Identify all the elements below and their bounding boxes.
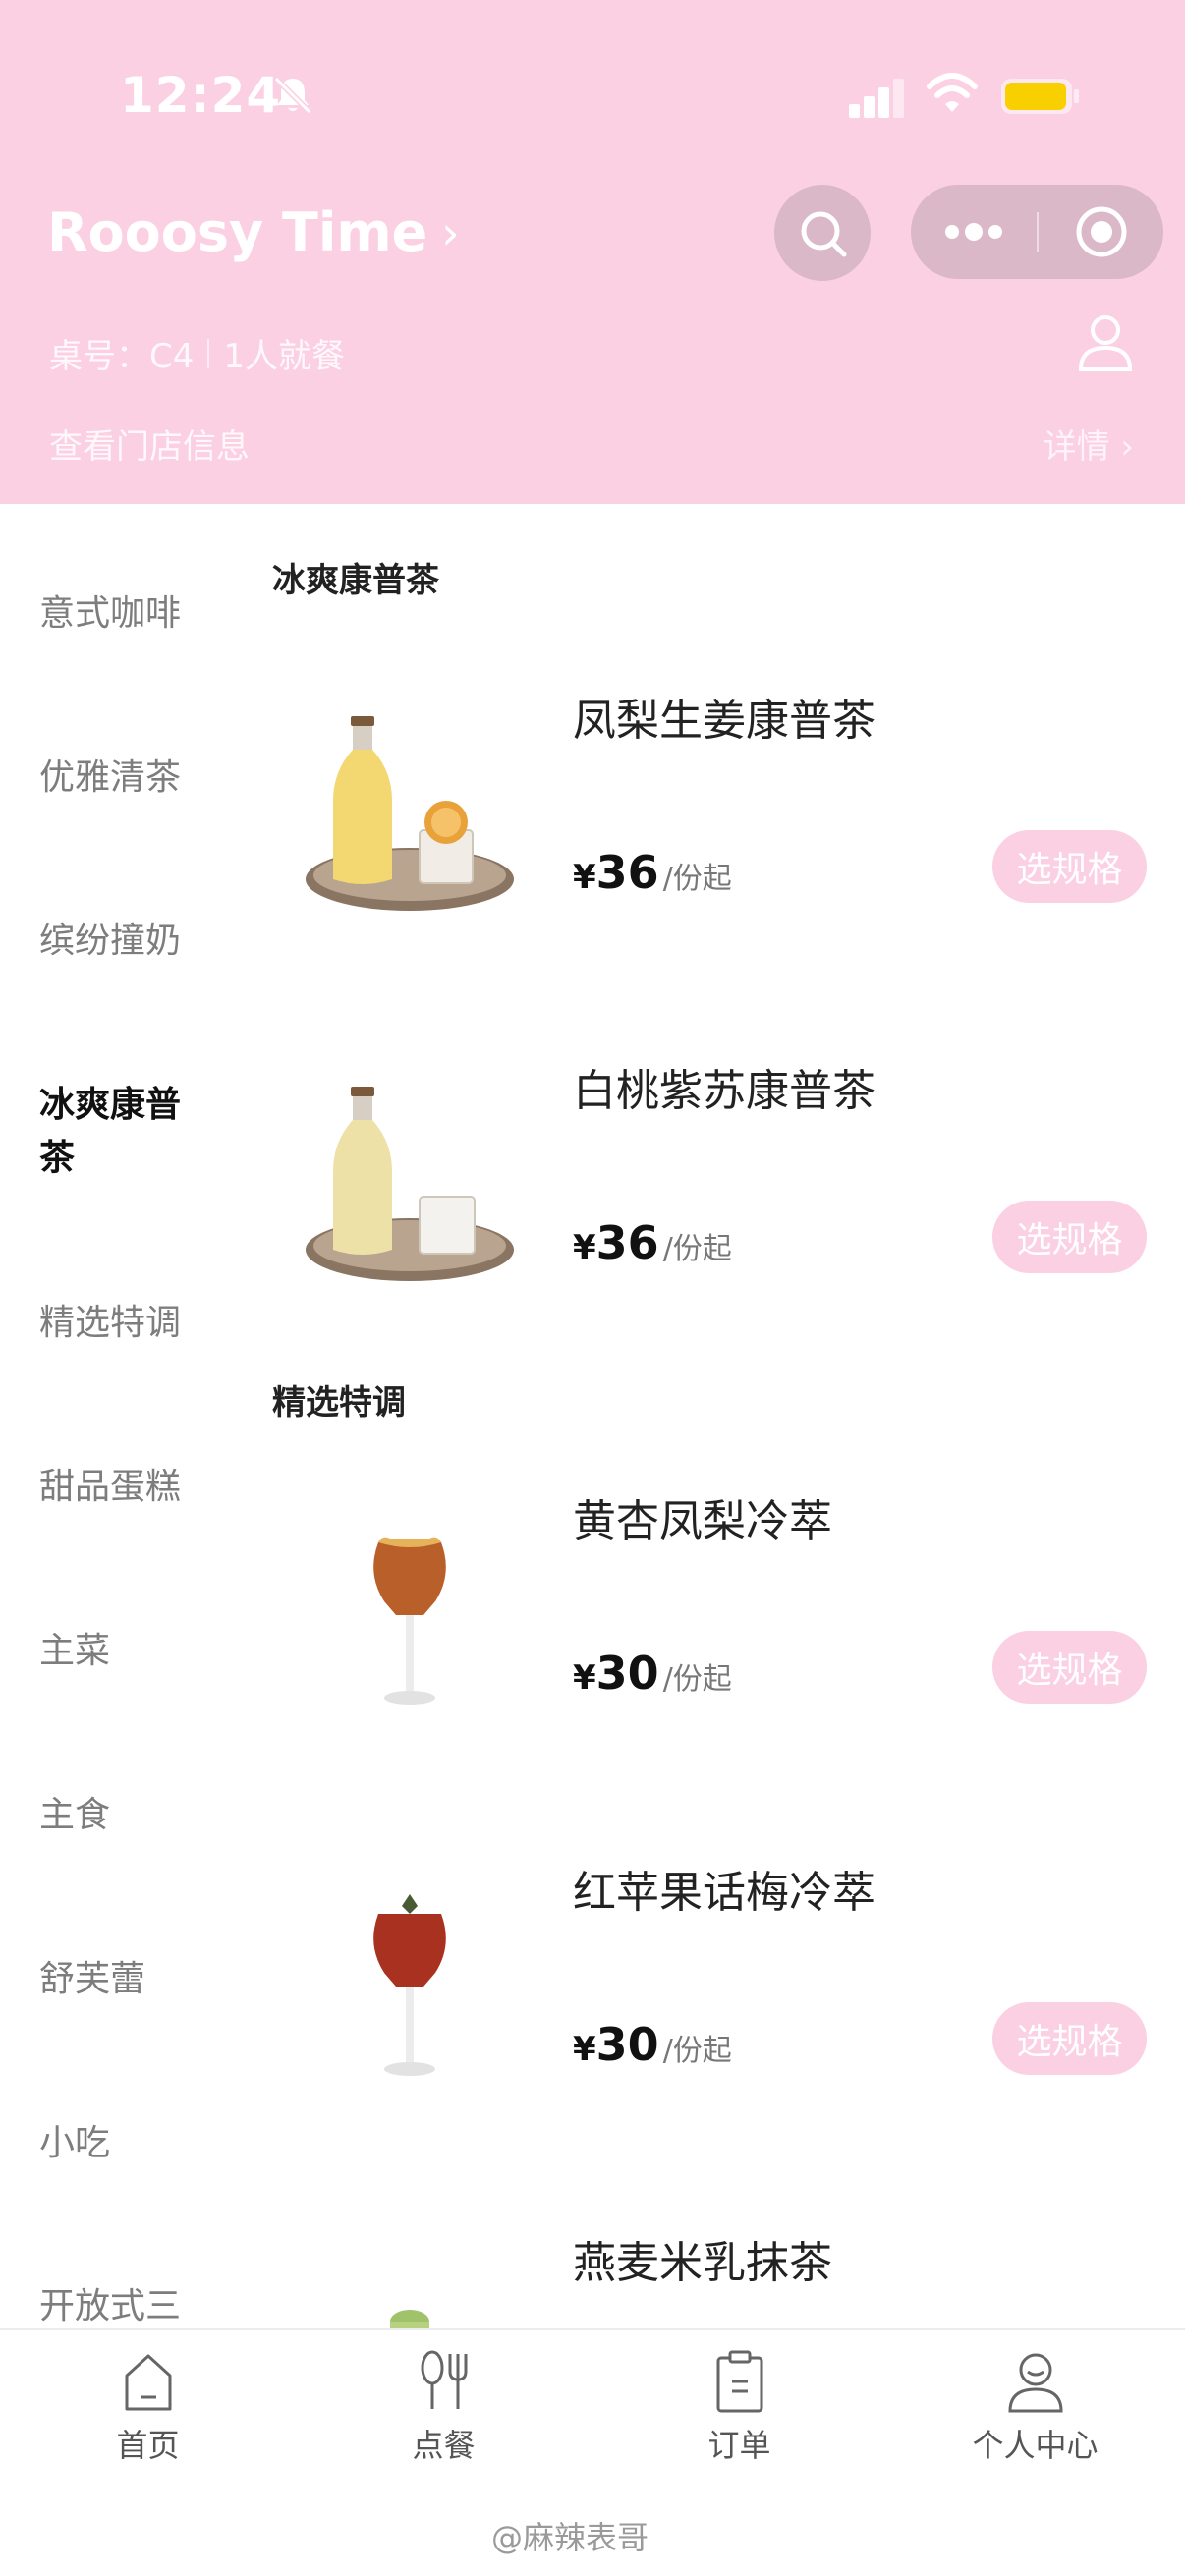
details-link[interactable]: 详情 ›	[1044, 420, 1134, 468]
cold-brew-glass-image	[373, 1537, 446, 1705]
select-spec-button[interactable]: 选规格	[992, 1201, 1147, 1273]
wifi-icon	[927, 73, 978, 112]
sidebar-item-open-sandwich[interactable]: 开放式三	[39, 2280, 236, 2328]
sidebar-item-souffle[interactable]: 舒芙蕾	[39, 1953, 236, 2006]
price-unit: /份起	[662, 1662, 732, 1697]
diner-count: 1人就餐	[223, 337, 346, 376]
select-spec-button[interactable]: 选规格	[992, 2002, 1147, 2075]
sidebar-item-specials[interactable]: 精选特调	[39, 1297, 236, 1350]
currency-symbol: ¥	[573, 858, 596, 897]
tab-order-food[interactable]: 点餐	[296, 2330, 592, 2497]
product-name: 燕麦米乳抹茶	[573, 2238, 832, 2288]
target-icon	[1076, 206, 1126, 257]
sidebar-item-milk[interactable]: 缤纷撞奶	[39, 915, 236, 968]
sidebar-item-tea[interactable]: 优雅清茶	[39, 752, 236, 805]
tab-label: 个人中心	[972, 2427, 1099, 2464]
price-value: 30	[595, 2018, 659, 2071]
chevron-right-icon: ›	[441, 205, 460, 259]
bell-off-icon	[273, 76, 312, 115]
price-unit: /份起	[662, 1232, 732, 1266]
more-button[interactable]	[911, 185, 1037, 279]
price-unit: /份起	[662, 862, 732, 896]
currency-symbol: ¥	[573, 1228, 596, 1267]
table-number: 桌号：C4	[49, 337, 195, 376]
profile-icon	[1007, 2353, 1063, 2413]
status-time: 12:24	[120, 67, 282, 124]
product-price: ¥ 36 /份起	[573, 846, 732, 899]
cold-brew-glass-image	[373, 1894, 446, 2076]
product-price: ¥ 30 /份起	[573, 2018, 732, 2071]
clipboard-icon	[716, 2350, 762, 2413]
select-spec-button[interactable]: 选规格	[992, 830, 1147, 903]
miniprogram-capsule	[911, 185, 1163, 279]
tab-label: 点餐	[412, 2427, 476, 2464]
info-divider	[207, 338, 210, 368]
store-name: Rooosy Time	[47, 201, 428, 263]
search-icon	[801, 211, 847, 257]
tab-profile[interactable]: 个人中心	[887, 2330, 1183, 2497]
tab-orders[interactable]: 订单	[592, 2330, 887, 2497]
product-card[interactable]: 凤梨生姜康普茶 ¥ 36 /份起 选规格	[272, 683, 1157, 1036]
section-title: 精选特调	[272, 1383, 406, 1423]
tab-home[interactable]: 首页	[0, 2330, 296, 2497]
kombucha-bottle-image	[306, 1087, 514, 1281]
currency-symbol: ¥	[573, 1658, 596, 1698]
kombucha-bottle-image	[306, 716, 514, 911]
product-card[interactable]: 燕麦米乳抹茶	[272, 2225, 1157, 2328]
home-icon	[125, 2354, 171, 2411]
sidebar-item-staples[interactable]: 主食	[39, 1789, 236, 1842]
search-button[interactable]	[774, 185, 871, 281]
currency-symbol: ¥	[573, 2030, 596, 2069]
sidebar-item-desserts[interactable]: 甜品蛋糕	[39, 1461, 236, 1514]
price-value: 36	[595, 1216, 659, 1269]
price-value: 36	[595, 846, 659, 899]
tab-label: 订单	[707, 2427, 771, 2464]
section-title: 冰爽康普茶	[272, 561, 439, 600]
utensils-icon	[421, 2350, 467, 2409]
signal-icon	[849, 79, 904, 118]
table-info: 桌号：C4 1人就餐	[49, 329, 345, 377]
more-dots-icon	[945, 223, 1002, 241]
select-spec-button[interactable]: 选规格	[992, 1631, 1147, 1704]
product-name: 白桃紫苏康普茶	[573, 1066, 875, 1116]
product-price: ¥ 30 /份起	[573, 1647, 732, 1700]
product-card[interactable]: 黄杏凤梨冷萃 ¥ 30 /份起 选规格	[272, 1484, 1157, 1837]
sidebar-item-snacks[interactable]: 小吃	[39, 2117, 236, 2170]
close-miniprogram-button[interactable]	[1039, 185, 1163, 279]
user-icon[interactable]	[1077, 312, 1134, 373]
store-info-link[interactable]: 查看门店信息	[49, 420, 250, 468]
sidebar-item-kombucha[interactable]: 冰爽康普茶	[39, 1079, 206, 1185]
battery-icon	[1001, 79, 1079, 114]
product-name: 红苹果话梅冷萃	[573, 1868, 875, 1918]
matcha-drink-image	[390, 2310, 429, 2328]
store-name-link[interactable]: Rooosy Time ›	[47, 201, 460, 263]
product-name: 黄杏凤梨冷萃	[573, 1496, 832, 1546]
tab-label: 首页	[116, 2427, 180, 2464]
store-header: 12:24 Rooosy Time › 桌号：C4 1人就餐 查看门店信息 详情…	[0, 0, 1185, 504]
product-card[interactable]: 红苹果话梅冷萃 ¥ 30 /份起 选规格	[272, 1855, 1157, 2209]
product-price: ¥ 36 /份起	[573, 1216, 732, 1269]
product-card[interactable]: 白桃紫苏康普茶 ¥ 36 /份起 选规格	[272, 1053, 1157, 1407]
price-unit: /份起	[662, 2034, 732, 2068]
sidebar-item-espresso[interactable]: 意式咖啡	[39, 588, 236, 641]
product-name: 凤梨生姜康普茶	[573, 696, 875, 746]
sidebar-item-mains[interactable]: 主菜	[39, 1625, 236, 1678]
price-value: 30	[595, 1647, 659, 1700]
watermark: @麻辣表哥	[491, 2519, 649, 2556]
category-sidebar: 意式咖啡 优雅清茶 缤纷撞奶 冰爽康普茶 精选特调 甜品蛋糕 主菜 主食 舒芙蕾…	[0, 504, 246, 2328]
